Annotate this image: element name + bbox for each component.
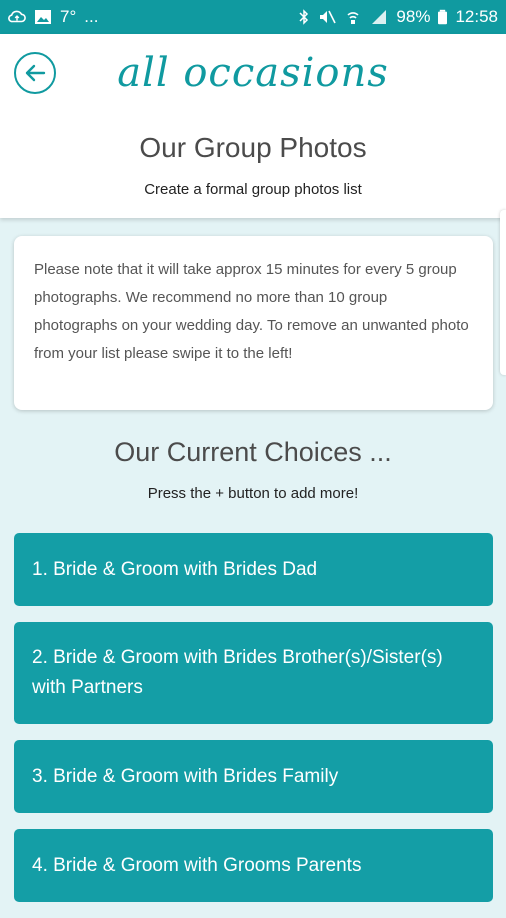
list-item[interactable]: 1. Bride & Groom with Brides Dad [14,533,493,606]
status-left: 7° ... [8,7,98,27]
list-item[interactable]: 3. Bride & Groom with Brides Family [14,740,493,813]
side-drawer-handle[interactable] [500,210,506,375]
list-item-label: 1. Bride & Groom with Brides Dad [32,558,318,580]
choices-subtitle: Press the + button to add more! [147,485,359,502]
page-title: Our Group Photos [139,132,367,163]
image-icon [35,10,51,24]
info-note-text: Please note that it will take approx 15 … [34,261,469,362]
temperature: 7° [60,7,77,26]
clock: 12:58 [455,7,498,26]
bluetooth-icon [299,9,309,25]
app-header: all occasions Our Group Photos Create a … [0,34,506,218]
list-item[interactable]: 4. Bride & Groom with Grooms Parents [14,829,493,902]
mute-icon [320,10,337,24]
list-item-label: 4. Bride & Groom with Grooms Parents [32,854,362,876]
list-item-label: 3. Bride & Groom with Brides Family [32,765,339,787]
signal-icon [372,10,387,24]
battery-percent: 98% [396,7,431,26]
cloud-upload-icon [8,10,26,23]
page-subtitle: Create a formal group photos list [144,181,362,198]
choices-list: 1. Bride & Groom with Brides Dad 2. Brid… [14,533,493,918]
status-right: 98% 12:58 [298,7,498,27]
wifi-calling-icon [347,12,359,24]
list-item-label: 2. Bride & Groom with Brides Brother(s)/… [32,647,443,698]
choices-title: Our Current Choices ... [114,437,392,467]
status-bar: 7° ... 98% 12:58 [0,0,506,34]
battery-icon [438,9,448,25]
brand-logo: all occasions [117,50,389,96]
list-item[interactable]: 2. Bride & Groom with Brides Brother(s)/… [14,622,493,724]
info-note-card: Please note that it will take approx 15 … [14,236,493,410]
more-notifications: ... [84,7,99,26]
